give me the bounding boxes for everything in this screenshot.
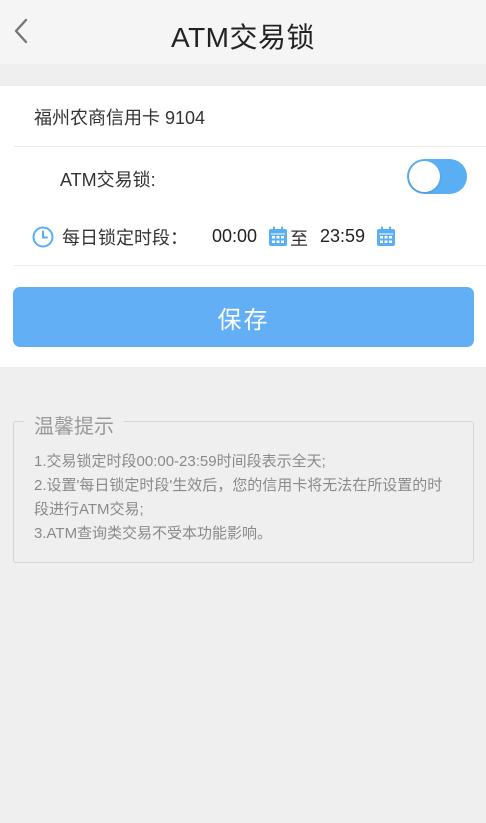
tip-line: 3.ATM查询类交易不受本功能影响。 — [34, 525, 273, 542]
page-title: ATM交易锁 — [170, 22, 316, 53]
tip-line: 1.交易锁定时段00:00-23:59时间段表示全天; — [34, 453, 326, 470]
atm-lock-toggle[interactable] — [407, 159, 467, 194]
clock-icon — [32, 226, 54, 248]
tips-title: 温馨提示 — [24, 410, 124, 439]
divider — [14, 146, 486, 147]
lock-period-label: 每日锁定时段： — [62, 228, 188, 248]
calendar-icon[interactable] — [268, 226, 288, 247]
account-label: 福州农商信用卡 9104 — [34, 108, 206, 128]
save-button[interactable]: 保存 — [13, 287, 474, 347]
toggle-knob — [409, 161, 440, 192]
header-bar: ATM交易锁 — [0, 0, 486, 64]
atm-lock-label: ATM交易锁: — [60, 170, 156, 190]
tips-text: 1.交易锁定时段00:00-23:59时间段表示全天; 2.设置'每日锁定时段'… — [34, 450, 454, 546]
divider — [14, 265, 486, 266]
tip-line: 2.设置'每日锁定时段'生效后，您的信用卡将无法在所设置的时段进行ATM交易; — [34, 477, 443, 518]
calendar-icon[interactable] — [376, 226, 396, 247]
end-time-value[interactable]: 23:59 — [320, 226, 365, 247]
start-time-value[interactable]: 00:00 — [212, 226, 257, 247]
to-label: 至 — [290, 229, 308, 249]
